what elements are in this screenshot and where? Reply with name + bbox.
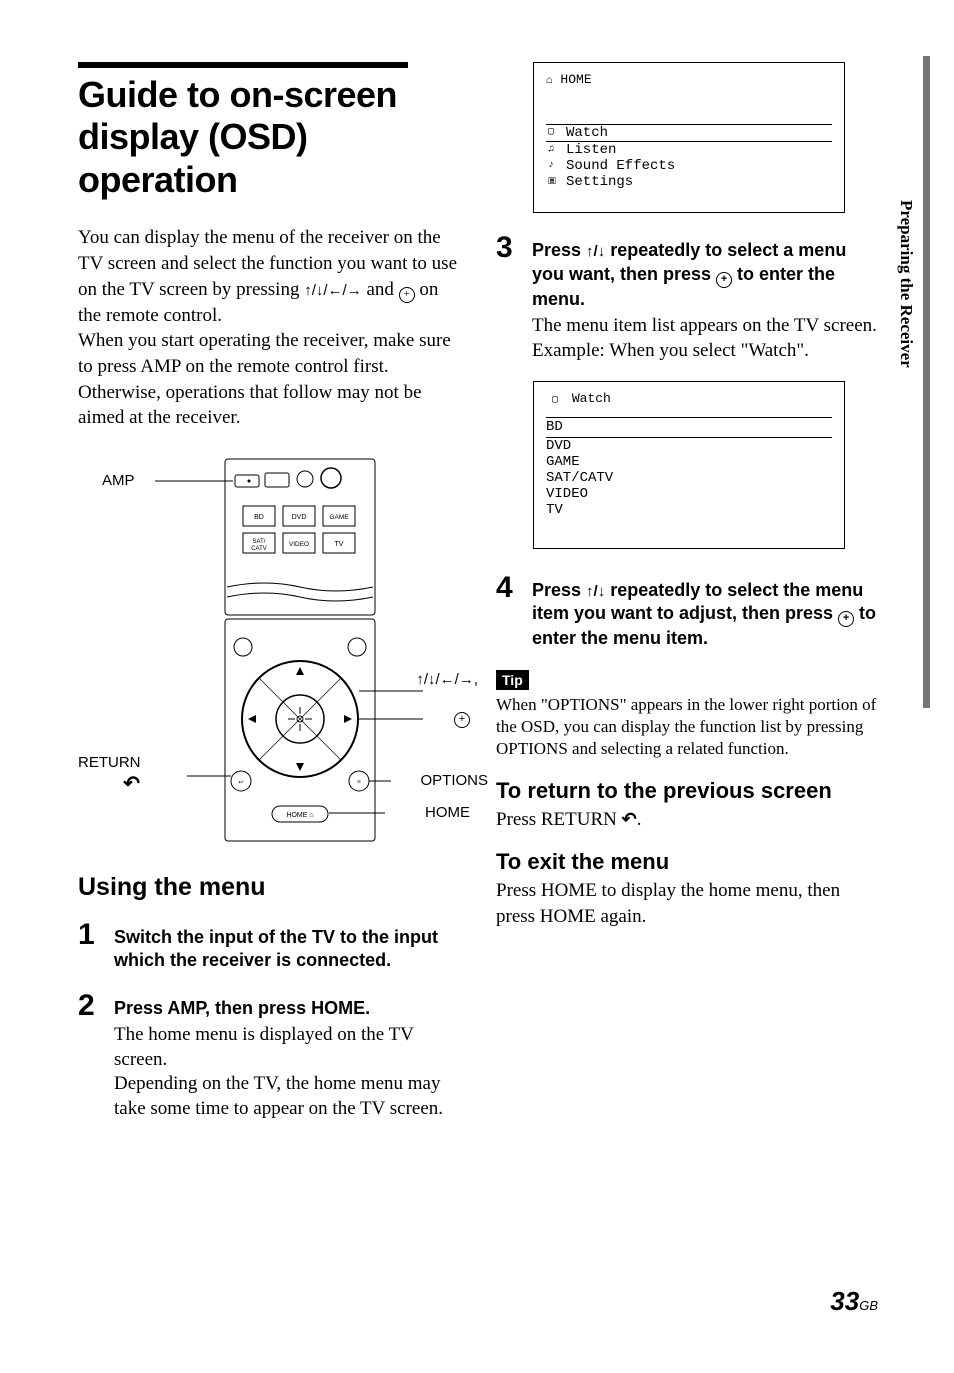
step-1: 1 Switch the input of the TV to the inpu… xyxy=(78,920,464,973)
options-label: OPTIONS xyxy=(420,772,488,789)
step-body-text: The home menu is displayed on the TV scr… xyxy=(114,1023,464,1122)
listen-icon: ♫ xyxy=(548,144,560,156)
return-icon: ↶ xyxy=(622,807,637,831)
osd-item-watch: ▢Watch xyxy=(546,124,832,142)
step-number: 1 xyxy=(78,920,100,973)
dpad-label: ↑/↓/←/→, xyxy=(416,671,478,688)
enter-icon: + xyxy=(716,272,732,288)
return-label: RETURN ↶ xyxy=(78,754,140,796)
tip-badge: Tip xyxy=(496,670,529,690)
note-icon: ♪ xyxy=(548,160,560,172)
side-tab-label: Preparing the Receiver xyxy=(896,200,916,368)
step-4: 4 Press ↑/↓ repeatedly to select the men… xyxy=(496,573,882,651)
enter-icon: + xyxy=(838,611,854,627)
intro-paragraph: You can display the menu of the receiver… xyxy=(78,225,464,430)
step-3: 3 Press ↑/↓ repeatedly to select a menu … xyxy=(496,233,882,363)
step-heading: Press ↑/↓ repeatedly to select a menu yo… xyxy=(532,239,882,311)
exit-body: Press HOME to display the home menu, the… xyxy=(496,878,882,929)
osd-home-screenshot: ⌂ HOME ▢Watch ♫Listen ♪Sound Effects 🞖Se… xyxy=(533,62,845,213)
watch-icon: ▢ xyxy=(548,127,560,139)
step-heading: Press AMP, then press HOME. xyxy=(114,997,464,1020)
osd-item-sound: ♪Sound Effects xyxy=(546,158,832,174)
osd-item-settings: 🞖Settings xyxy=(546,174,832,190)
step-body-text: The menu item list appears on the TV scr… xyxy=(532,314,882,363)
using-menu-heading: Using the menu xyxy=(78,873,464,902)
arrows-icon: ↑/↓/←/→ xyxy=(304,282,362,299)
svg-text:DVD: DVD xyxy=(292,514,307,521)
return-body: Press RETURN ↶. xyxy=(496,807,882,833)
return-heading: To return to the previous screen xyxy=(496,778,882,803)
osd-item: TV xyxy=(546,502,832,518)
amp-label: AMP xyxy=(102,472,135,489)
svg-text:HOME ⌂: HOME ⌂ xyxy=(286,812,313,819)
step-2: 2 Press AMP, then press HOME. The home m… xyxy=(78,991,464,1122)
enter-label: + xyxy=(454,707,470,728)
home-icon: ⌂ xyxy=(546,75,553,87)
watch-icon: ▢ xyxy=(552,395,564,407)
title-bar xyxy=(78,62,408,68)
svg-text:CATV: CATV xyxy=(251,546,267,552)
return-icon: ↶ xyxy=(123,771,140,796)
osd-item: GAME xyxy=(546,454,832,470)
step-number: 3 xyxy=(496,233,518,363)
exit-heading: To exit the menu xyxy=(496,849,882,874)
tip-text: When "OPTIONS" appears in the lower righ… xyxy=(496,694,882,760)
osd-item-listen: ♫Listen xyxy=(546,142,832,158)
osd-item: DVD xyxy=(546,438,832,454)
step-heading: Switch the input of the TV to the input … xyxy=(114,926,464,973)
enter-icon: + xyxy=(399,287,415,303)
svg-text:GAME: GAME xyxy=(329,514,349,521)
svg-text:TV: TV xyxy=(335,541,344,548)
osd-watch-screenshot: ▢ Watch BD DVD GAME SAT/CATV VIDEO TV xyxy=(533,381,845,549)
page-title: Guide to on-screen display (OSD) operati… xyxy=(78,74,464,201)
svg-text:SAT/: SAT/ xyxy=(253,539,266,545)
osd-item: BD xyxy=(546,417,832,437)
step-number: 4 xyxy=(496,573,518,651)
home-label: HOME xyxy=(425,804,470,821)
osd-item: VIDEO xyxy=(546,486,832,502)
osd-item: SAT/CATV xyxy=(546,470,832,486)
remote-diagram: BD DVD GAME SAT/ CATV VIDEO TV xyxy=(78,451,464,843)
enter-icon: + xyxy=(454,712,470,728)
side-tab-bar xyxy=(923,56,930,708)
svg-text:≡: ≡ xyxy=(357,778,361,786)
step-heading: Press ↑/↓ repeatedly to select the menu … xyxy=(532,579,882,651)
settings-icon: 🞖 xyxy=(548,177,560,189)
svg-text:VIDEO: VIDEO xyxy=(289,541,309,548)
page-number: 33GB xyxy=(830,1286,878,1317)
bd-button: BD xyxy=(254,514,264,521)
svg-text:↩: ↩ xyxy=(238,780,243,786)
step-number: 2 xyxy=(78,991,100,1122)
